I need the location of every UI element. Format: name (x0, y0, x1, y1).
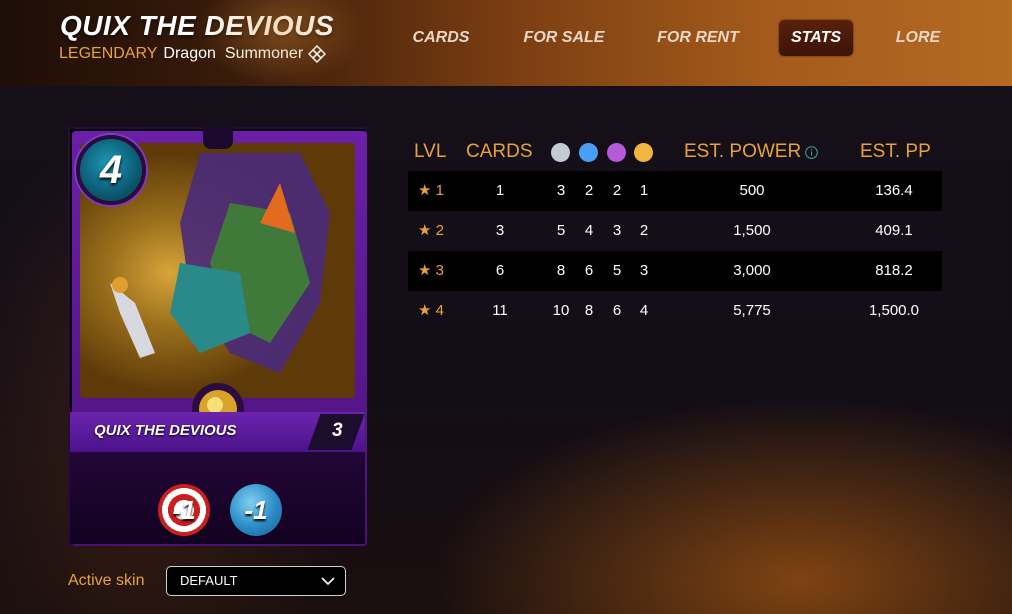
common-cell: 5 (556, 222, 566, 239)
card-level: 3 (332, 420, 343, 441)
header-est-power: EST. POWER (684, 141, 802, 162)
diamond-edition-icon (203, 127, 233, 149)
table-row: ★ 4 11 10 8 6 4 5,775 1,500.0 (408, 291, 942, 331)
power-cell: 1,500 (733, 222, 771, 239)
table-row: ★ 2 3 5 4 3 2 1,500 409.1 (408, 211, 942, 251)
cards-cell: 6 (495, 262, 505, 279)
legendary-cell: 3 (639, 262, 649, 279)
card-subtitle: LEGENDARY Dragon Summoner (59, 44, 327, 64)
epic-cell: 2 (612, 182, 622, 199)
element-label: Dragon (163, 45, 216, 62)
pp-cell: 1,500.0 (868, 302, 920, 319)
card-ability-panel (70, 452, 365, 544)
level-value: 4 (435, 302, 444, 319)
rare-cell: 2 (584, 182, 594, 199)
header-cards: CARDS (466, 141, 533, 162)
level-cell: ★ 3 (418, 251, 458, 291)
level-cell: ★ 4 (418, 291, 458, 331)
epic-cell: 6 (612, 302, 622, 319)
tab-for-sale[interactable]: FOR SALE (515, 20, 613, 56)
skin-select[interactable]: DEFAULT (166, 566, 346, 596)
epic-cell: 3 (612, 222, 622, 239)
level-value: 1 (435, 182, 444, 199)
rare-cell: 4 (584, 222, 594, 239)
common-cell: 8 (556, 262, 566, 279)
legendary-cell: 4 (639, 302, 649, 319)
power-cell: 3,000 (733, 262, 771, 279)
cards-cell: 11 (492, 302, 508, 319)
table-row: ★ 1 1 3 2 2 1 500 136.4 (408, 171, 942, 211)
page-title: QUIX THE DEVIOUS (60, 10, 335, 41)
type-label: Summoner (224, 45, 304, 62)
header-bar: QUIX THE DEVIOUS LEGENDARY Dragon Summon… (0, 0, 1012, 86)
info-icon[interactable] (805, 146, 818, 159)
rare-cell: 8 (584, 302, 594, 319)
legendary-cell: 1 (639, 182, 649, 199)
level-value: 2 (435, 222, 444, 239)
legendary-dot-icon (634, 143, 653, 162)
rare-dot-icon (579, 143, 598, 162)
rare-cell: 6 (584, 262, 594, 279)
table-row: ★ 3 6 8 6 5 3 3,000 818.2 (408, 251, 942, 291)
rarity-label: LEGENDARY (59, 45, 158, 62)
star-icon: ★ (418, 222, 432, 239)
common-dot-icon (551, 143, 570, 162)
level-value: 3 (435, 262, 444, 279)
legendary-cell: 2 (639, 222, 649, 239)
level-cell: ★ 2 (418, 211, 458, 251)
tab-lore[interactable]: LORE (885, 20, 951, 56)
epic-cell: 5 (612, 262, 622, 279)
header-lvl: LVL (414, 141, 447, 162)
tab-stats[interactable]: STATS (779, 20, 853, 56)
chevron-down-icon (321, 577, 335, 586)
star-icon: ★ (418, 302, 432, 319)
cards-cell: 3 (495, 222, 505, 239)
tab-for-rent[interactable]: FOR RENT (648, 20, 748, 56)
power-cell: 5,775 (733, 302, 771, 319)
skin-select-value: DEFAULT (180, 573, 238, 588)
summoner-card: 4 QUIX THE DEVIOUS 3 -1 -1 (68, 127, 367, 546)
power-cell: 500 (739, 182, 765, 199)
mana-cost: 4 (99, 148, 123, 192)
star-icon: ★ (418, 262, 432, 279)
active-skin-label: Active skin (68, 572, 145, 589)
reduced-ranged-attack-icon: -1 (158, 484, 210, 536)
card-name: QUIX THE DEVIOUS (94, 422, 237, 439)
pp-cell: 818.2 (875, 262, 913, 279)
tab-cards[interactable]: CARDS (403, 20, 479, 56)
star-icon: ★ (418, 182, 432, 199)
epic-dot-icon (607, 143, 626, 162)
pp-cell: 409.1 (875, 222, 913, 239)
reduced-magic-attack-icon: -1 (230, 484, 282, 536)
level-cell: ★ 1 (418, 171, 458, 211)
pp-cell: 136.4 (875, 182, 913, 199)
diamond-edition-icon (308, 44, 327, 64)
common-cell: 3 (556, 182, 566, 199)
common-cell: 10 (552, 302, 570, 319)
header-est-pp: EST. PP (860, 141, 931, 162)
cards-cell: 1 (495, 182, 505, 199)
